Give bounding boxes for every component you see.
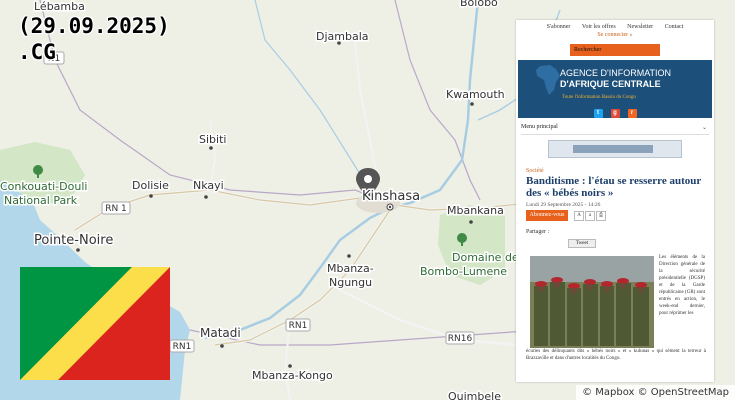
road-shield: RN1	[169, 339, 195, 353]
article-photo	[530, 256, 654, 348]
share-label: Partager :	[526, 229, 550, 235]
city-dot-pointe-noire	[76, 248, 80, 252]
africa-logo-icon	[536, 65, 560, 95]
article-date: Lundi 29 Septembre 2025 - 14:26	[526, 202, 601, 208]
place-label: Kwamouth	[446, 88, 505, 101]
place-label: Dolisie	[132, 179, 169, 192]
city-dot-matadi	[220, 344, 224, 348]
capital-dot-inner	[388, 205, 392, 209]
nav-subscribe-link[interactable]: S'abonner	[547, 24, 571, 30]
place-label: Nkayi	[193, 179, 224, 192]
date-stamp: (29.09.2025)	[18, 14, 170, 38]
login-link[interactable]: Se connecter »	[516, 32, 714, 38]
city-dot-kwamouth	[470, 102, 474, 106]
font-size-decrease-button[interactable]: a	[585, 211, 595, 221]
search-input[interactable]: Rechercher	[570, 44, 660, 56]
ad-banner[interactable]	[548, 140, 682, 158]
banner-tagline: Toute l'information Bassin du Congo	[562, 95, 636, 100]
tweet-button[interactable]: Tweet	[568, 239, 596, 248]
city-dot-sibiti	[209, 146, 213, 150]
place-label: Quimbele	[448, 390, 501, 400]
article-body-side: Les éléments de la Direction générale de…	[659, 255, 705, 316]
city-dot-mbankana	[469, 220, 473, 224]
place-label: Lébamba	[34, 0, 85, 13]
road-shield: RN1	[285, 318, 311, 332]
top-nav: S'abonner Voir les offres Newsletter Con…	[516, 24, 714, 30]
twitter-icon[interactable]: t	[593, 108, 603, 118]
article-headline: Banditisme : l'étau se resserre autour d…	[526, 175, 702, 199]
place-label: Djambala	[316, 30, 369, 43]
place-label: Mbankana	[447, 204, 504, 217]
place-label: Pointe-Noire	[34, 233, 113, 248]
svg-text:RN1: RN1	[289, 321, 308, 331]
subscribe-button[interactable]: Abonnez-vous	[526, 210, 568, 221]
republic-of-congo-flag	[20, 267, 170, 380]
menu-label: Menu principal	[521, 124, 558, 130]
road-shield: RN16	[445, 331, 475, 345]
city-dot-mbanza-ngungu	[347, 254, 351, 258]
place-label: Kinshasa	[362, 189, 420, 204]
place-label: Mbanza-Ngungu	[327, 262, 374, 289]
google-plus-icon[interactable]: g	[610, 108, 620, 118]
country-tld: .CG	[18, 40, 56, 64]
park-label: Conkouati-Douli National Park	[0, 180, 87, 207]
road-shield: RN 1	[101, 201, 131, 215]
city-dot-nkayi	[204, 195, 208, 199]
ad-graphic	[573, 145, 653, 153]
svg-text:RN 1: RN 1	[105, 204, 127, 214]
nav-newsletter-link[interactable]: Newsletter	[627, 24, 653, 30]
rss-icon[interactable]: r	[627, 108, 637, 118]
svg-text:RN1: RN1	[173, 342, 192, 352]
font-size-increase-button[interactable]: A	[574, 211, 584, 221]
article-category[interactable]: Société	[526, 168, 544, 174]
svg-text:RN16: RN16	[448, 334, 473, 344]
banner-title-line2: D'AFRIQUE CENTRALE	[560, 79, 661, 89]
main-menu-toggle[interactable]: Menu principal ⌄	[521, 124, 709, 135]
print-icon[interactable]: ⎙	[596, 211, 606, 221]
city-dot-mbanza-kongo	[288, 364, 292, 368]
nav-offers-link[interactable]: Voir les offres	[582, 24, 616, 30]
place-label: Bolobo	[460, 0, 498, 9]
social-links: t g r	[516, 104, 714, 122]
place-label: Matadi	[200, 326, 241, 340]
article-body-continued: écuries des délinquants dits « bébés noi…	[526, 349, 706, 361]
nav-contact-link[interactable]: Contact	[665, 24, 684, 30]
banner-title-line1: AGENCE D'INFORMATION	[560, 68, 672, 78]
place-label: Sibiti	[199, 133, 226, 146]
news-article-panel: S'abonner Voir les offres Newsletter Con…	[516, 20, 714, 382]
map-attribution[interactable]: © Mapbox © OpenStreetMap	[576, 385, 735, 400]
chevron-down-icon: ⌄	[701, 125, 707, 131]
place-label: Mbanza-Kongo	[252, 369, 333, 382]
city-dot-dolisie	[149, 194, 153, 198]
